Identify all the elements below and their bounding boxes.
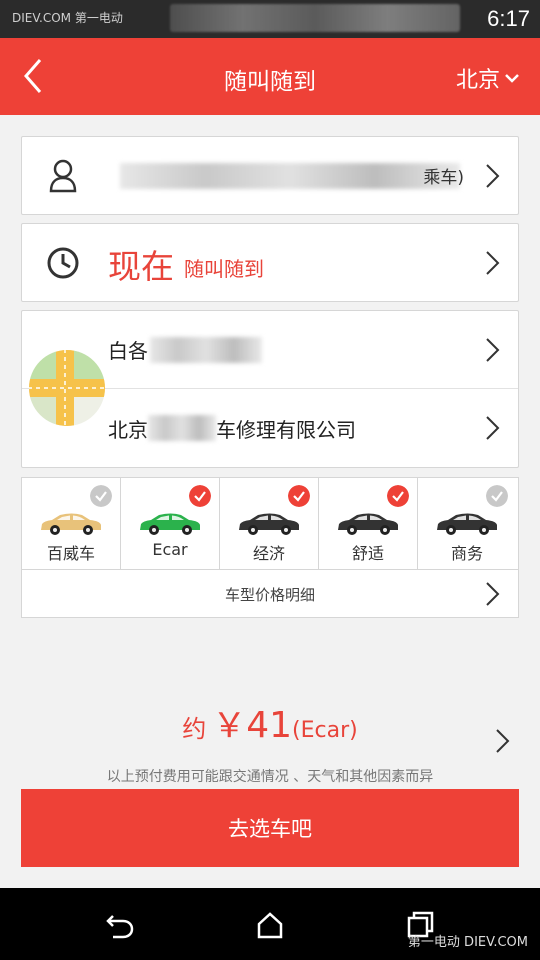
estimate-currency: ￥ [212, 706, 247, 746]
estimate-car-type: (Ecar) [292, 718, 358, 743]
footer-watermark: 第一电动 DIEV.COM [407, 935, 528, 950]
status-icons-blurred [170, 4, 460, 32]
car-type-list: 百威车 Ecar 经济 舒适 商务 [22, 478, 518, 570]
estimate-disclaimer: 以上预付费用可能跟交通情况 、天气和其他因素而异 [106, 769, 434, 785]
check-unselected-icon [486, 485, 508, 507]
check-selected-icon [288, 485, 310, 507]
home-icon[interactable] [255, 910, 285, 940]
car-type-0[interactable]: 百威车 [22, 478, 121, 569]
passenger-info-blurred [120, 162, 460, 189]
time-card: 现在 随叫随到 [21, 223, 519, 302]
passenger-row[interactable]: 乘车) [22, 137, 518, 214]
city-selector[interactable]: 北京 [456, 62, 520, 94]
price-detail-label: 车型价格明细 [224, 585, 315, 604]
system-nav-bar: 第一电动 DIEV.COM [0, 888, 540, 960]
check-selected-icon [189, 485, 211, 507]
chevron-right-icon [486, 337, 500, 362]
car-type-panel: 百威车 Ecar 经济 舒适 商务 车型价格明细 [21, 477, 519, 618]
map-thumbnail-icon [29, 350, 105, 426]
start-location-text: 白各 [108, 339, 148, 363]
car-icon [41, 513, 101, 535]
back-arrow-icon[interactable] [105, 910, 135, 940]
choose-car-button[interactable]: 去选车吧 [21, 789, 519, 867]
chevron-right-icon [486, 582, 500, 606]
passenger-card: 乘车) [21, 136, 519, 215]
chevron-right-icon [486, 250, 500, 275]
end-location-blurred [148, 415, 216, 441]
car-type-2[interactable]: 经济 [220, 478, 319, 569]
car-type-label: 经济 [252, 544, 285, 563]
car-icon [239, 513, 299, 535]
status-bar: DIEV.COM 第一电动 6:17 [0, 0, 540, 38]
car-icon [338, 513, 398, 535]
car-type-label: 商务 [450, 544, 483, 563]
time-subtitle: 随叫随到 [184, 256, 264, 281]
end-location-prefix: 北京 [108, 417, 148, 442]
car-icon [437, 513, 497, 535]
chevron-right-icon [486, 416, 500, 440]
status-watermark: DIEV.COM 第一电动 [12, 11, 123, 25]
start-location-blurred [150, 336, 262, 363]
city-label: 北京 [455, 68, 500, 93]
price-detail-row[interactable]: 车型价格明细 [22, 570, 518, 618]
fare-estimate: 约 ￥41(Ecar) [0, 698, 540, 747]
car-type-label: Ecar [152, 540, 188, 559]
estimate-chevron-right-icon[interactable] [494, 728, 510, 754]
route-card: 白各 北京 车修理有限公司 [21, 310, 519, 468]
car-type-3[interactable]: 舒适 [319, 478, 418, 569]
status-time: 6:17 [487, 6, 530, 31]
chevron-right-icon [486, 163, 500, 188]
time-row[interactable]: 现在 随叫随到 [22, 224, 518, 301]
chevron-down-icon [505, 74, 519, 83]
car-type-label: 百威车 [46, 544, 95, 563]
estimate-amount: 41 [246, 705, 293, 746]
clock-icon [47, 247, 79, 279]
person-icon [49, 159, 77, 193]
estimate-prefix: 约 [182, 715, 207, 743]
end-location-suffix: 车修理有限公司 [216, 417, 356, 442]
car-type-label: 舒适 [351, 544, 384, 563]
car-icon [140, 513, 200, 535]
check-selected-icon [387, 485, 409, 507]
time-value: 现在 [108, 247, 174, 286]
passenger-label: 乘车) [423, 168, 464, 188]
car-type-1[interactable]: Ecar [121, 478, 220, 569]
app-header: 随叫随到 北京 [0, 38, 540, 115]
car-type-4[interactable]: 商务 [418, 478, 516, 569]
check-unselected-icon [90, 485, 112, 507]
